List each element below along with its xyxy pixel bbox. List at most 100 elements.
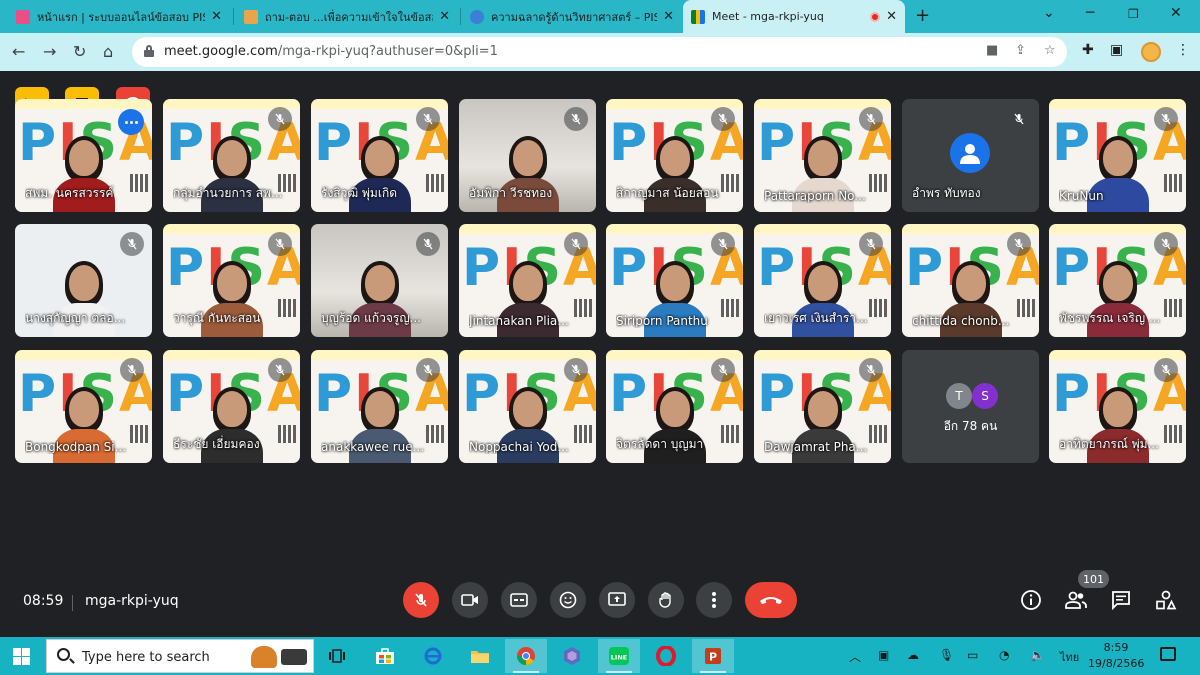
participant-tile[interactable]: PISAอาทิตยาภรณ์ พุ่ม... — [1049, 350, 1186, 463]
taskbar-app-opera[interactable] — [645, 639, 687, 673]
default-user-avatar-icon — [950, 133, 990, 173]
participant-tile[interactable]: PISAสพม. นครสวรรค์ — [15, 99, 152, 212]
close-tab-icon[interactable]: ✕ — [439, 9, 450, 24]
taskbar-app-powerpoint[interactable]: P — [692, 639, 734, 673]
task-view-button[interactable] — [316, 639, 358, 673]
more-options-icon[interactable]: ⋮ — [1176, 42, 1190, 58]
battery-icon[interactable]: ▭ — [967, 648, 978, 662]
taskbar-clock[interactable]: 8:59 19/8/2566 — [1088, 640, 1144, 672]
taskbar-app-line[interactable]: LINE — [598, 639, 640, 673]
participant-tile[interactable]: PISAanakkawee rue... — [311, 350, 448, 463]
meet-now-icon[interactable]: ▣ — [878, 648, 889, 662]
forward-arrow-icon[interactable]: → — [43, 42, 56, 61]
camera-toggle-button[interactable] — [452, 582, 488, 618]
mic-muted-icon — [859, 232, 883, 256]
participant-tile[interactable]: PISANoppachai Yod... — [459, 350, 596, 463]
meet-stage: PISAสพม. นครสวรรค์PISAกลุ่มอำนวยการ สพ..… — [0, 71, 1200, 637]
powerpoint-icon: P — [705, 648, 721, 664]
mic-muted-icon — [859, 358, 883, 382]
participant-tile[interactable]: PISASiriporn Panthu — [606, 224, 743, 337]
participant-tile[interactable]: PISAธีระชัย เอี่ยมคอง — [163, 350, 300, 463]
mic-muted-icon — [416, 107, 440, 131]
participant-name: นางสุกัญญา ตลอ... — [25, 311, 126, 325]
profile-avatar[interactable] — [1141, 42, 1161, 62]
taskbar-app-file-explorer[interactable] — [459, 639, 501, 673]
reload-icon[interactable]: ↻ — [73, 42, 86, 61]
participant-tile[interactable]: PISAchittida chonb... — [902, 224, 1039, 337]
side-panel-icon[interactable]: ▣ — [1110, 42, 1123, 58]
taskbar-app-edge[interactable] — [412, 639, 454, 673]
participant-tile[interactable]: PISAสิกาญมาส น้อยสอน — [606, 99, 743, 212]
speaker-volume-icon[interactable]: 🔈 — [1030, 648, 1045, 662]
back-arrow-icon[interactable]: ← — [12, 42, 25, 61]
close-tab-icon[interactable]: ✕ — [886, 9, 897, 24]
address-bar[interactable]: meet.google.com/mga-rkpi-yuq?authuser=0&… — [132, 37, 1067, 67]
speaking-indicator-icon — [118, 109, 144, 135]
home-icon[interactable]: ⌂ — [103, 42, 113, 61]
onedrive-cloud-icon[interactable]: ☁ — [907, 648, 919, 662]
participant-tile[interactable]: PISADawjamrat Pha... — [754, 350, 891, 463]
activities-button[interactable] — [1154, 588, 1178, 612]
participant-tile[interactable]: PISAเยาวเรศ เงินสำรา... — [754, 224, 891, 337]
taskbar-app-store[interactable] — [364, 639, 406, 673]
participant-tile[interactable]: PISAJintanakan Plia... — [459, 224, 596, 337]
photo-favicon-icon — [244, 9, 258, 24]
more-options-button[interactable] — [696, 582, 732, 618]
emoji-reactions-button[interactable] — [550, 582, 586, 618]
extensions-puzzle-icon[interactable]: ✚ — [1082, 42, 1094, 58]
browser-tab-science-literacy[interactable]: ความฉลาดรู้ด้านวิทยาศาสตร์ – PISA ✕ — [462, 0, 682, 33]
notifications-icon[interactable] — [1160, 647, 1176, 661]
browser-tab-meet[interactable]: Meet - mga-rkpi-yuq ✕ — [683, 0, 905, 33]
folder-icon — [471, 651, 489, 663]
raise-hand-button[interactable] — [648, 582, 684, 618]
mic-off-icon — [415, 593, 427, 607]
participant-tile[interactable]: PISAKruNun — [1049, 99, 1186, 212]
meeting-details-button[interactable] — [1019, 588, 1043, 612]
close-tab-icon[interactable]: ✕ — [211, 9, 222, 24]
svg-text:P: P — [709, 651, 717, 664]
browser-tab-qa[interactable]: ถาม-ตอบ ...เพื่อความเข้าใจในข้อสอบ P ✕ — [236, 0, 458, 33]
wifi-icon[interactable]: ◔ — [999, 648, 1009, 662]
people-button[interactable] — [1064, 588, 1088, 612]
participant-name: รังสิวุฒิ พุ่มเกิด — [321, 186, 398, 200]
participant-tile[interactable]: PISAรังสิวุฒิ พุ่มเกิด — [311, 99, 448, 212]
microphone-toggle-button[interactable] — [403, 582, 439, 618]
bookmark-star-icon[interactable]: ☆ — [1044, 43, 1056, 58]
participant-tile[interactable]: PISAวารุณี กันทะสอน — [163, 224, 300, 337]
participant-tile[interactable]: PISAพัชรพรรณ เจริญ ... — [1049, 224, 1186, 337]
participant-tile[interactable]: PISAกลุ่มอำนวยการ สพ... — [163, 99, 300, 212]
present-screen-button[interactable] — [599, 582, 635, 618]
taskbar-search-box[interactable]: Type here to search — [46, 639, 314, 673]
participant-tile[interactable]: อำพร ทับทอง — [902, 99, 1039, 212]
taskbar-app-chrome[interactable] — [505, 639, 547, 673]
microphone-tray-icon[interactable]: 🎙 — [939, 648, 954, 662]
participant-tile[interactable]: นางสุกัญญา ตลอ... — [15, 224, 152, 337]
browser-tab-pisa-home[interactable]: หน้าแรก | ระบบออนไลน์ข้อสอบ PISA ✕ — [8, 0, 230, 33]
participant-initial-avatar: T — [946, 383, 972, 409]
participant-tile[interactable]: PISAPattaraporn No... — [754, 99, 891, 212]
camera-permission-icon[interactable]: ■ — [986, 43, 998, 58]
tab-search-chevron-icon[interactable]: ⌄ — [1043, 5, 1055, 21]
taskbar-app-copilot[interactable] — [551, 639, 593, 673]
mic-muted-icon — [564, 107, 588, 131]
leave-call-button[interactable] — [745, 582, 797, 618]
mic-muted-icon — [268, 358, 292, 382]
input-language-indicator[interactable]: ไทย — [1060, 648, 1079, 666]
restore-window-icon[interactable]: ❐ — [1128, 7, 1139, 21]
lock-icon[interactable] — [144, 45, 154, 57]
participant-tile[interactable]: อัมพิกา วีรชทอง — [459, 99, 596, 212]
mic-muted-icon — [120, 232, 144, 256]
share-icon[interactable]: ⇪ — [1015, 43, 1026, 58]
participant-tile[interactable]: บุญร้อด แก้วจรูญ... — [311, 224, 448, 337]
show-hidden-icons-chevron-icon[interactable]: ︿ — [849, 648, 861, 665]
captions-button[interactable] — [501, 582, 537, 618]
windows-start-icon[interactable] — [13, 648, 30, 665]
close-window-icon[interactable]: ✕ — [1170, 5, 1182, 21]
chat-button[interactable] — [1109, 588, 1133, 612]
close-tab-icon[interactable]: ✕ — [663, 9, 674, 24]
more-participants-tile[interactable]: T S อีก 78 คน — [902, 350, 1039, 463]
new-tab-button[interactable]: + — [915, 5, 930, 26]
minimize-window-icon[interactable]: ─ — [1086, 5, 1094, 21]
participant-tile[interactable]: PISAจิตรลัดดา บุญมา — [606, 350, 743, 463]
participant-tile[interactable]: PISABongkodpan Si... — [15, 350, 152, 463]
